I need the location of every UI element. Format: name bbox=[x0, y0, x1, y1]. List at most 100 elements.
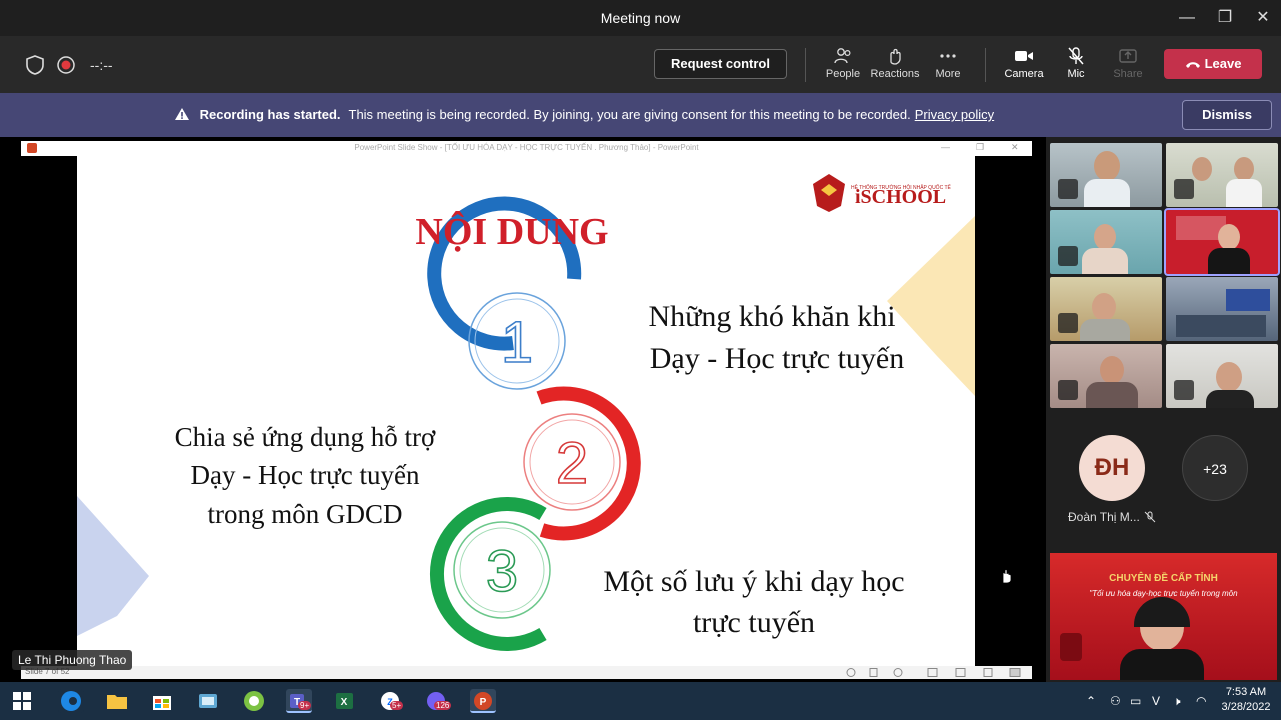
school-crest-icon bbox=[1060, 633, 1082, 661]
zalo-icon[interactable]: Z5+ bbox=[378, 689, 404, 713]
item-3-line-2: trực tuyến bbox=[693, 606, 815, 639]
presenter-name-tag: Le Thi Phuong Thao bbox=[12, 650, 133, 670]
item-2-line-1: Chia sẻ ứng dụng hỗ trợ bbox=[175, 422, 436, 452]
camera-button[interactable]: Camera bbox=[996, 46, 1052, 86]
mic-button[interactable]: Mic bbox=[1048, 46, 1104, 86]
warning-icon bbox=[175, 108, 189, 120]
svg-text:X: X bbox=[341, 697, 348, 708]
file-explorer-icon[interactable] bbox=[104, 689, 130, 713]
tile-banner-line-1: CHUYÊN ĐỀ CẤP TỈNH bbox=[1109, 573, 1218, 584]
privacy-policy-link[interactable]: Privacy policy bbox=[915, 107, 994, 122]
camera-icon bbox=[1015, 51, 1033, 61]
shield-icon[interactable] bbox=[24, 54, 46, 76]
people-label: People bbox=[825, 68, 861, 80]
banner-text: This meeting is being recorded. By joini… bbox=[348, 107, 911, 122]
store-icon[interactable] bbox=[149, 689, 175, 713]
camera-label: Camera bbox=[1004, 68, 1044, 80]
tray-user-icon[interactable]: ⚇ bbox=[1110, 694, 1121, 708]
more-label: More bbox=[935, 68, 961, 80]
participant-video-tile[interactable] bbox=[1050, 277, 1162, 341]
participant-video-tile-active[interactable] bbox=[1164, 208, 1280, 276]
item-3-number: 3 bbox=[486, 539, 518, 604]
volume-muted-icon[interactable]: 🕨 bbox=[1173, 694, 1181, 709]
participants-panel: ĐH Đoàn Thị M... +23 CHUYÊN ĐỀ CẤP TỈNH … bbox=[1046, 137, 1281, 682]
slide-graphics: HỆ THỐNG TRƯỜNG HỘI NHẬP QUỐC TẾ iSCHOOL… bbox=[77, 174, 975, 651]
viber-badge: 126 bbox=[434, 701, 452, 710]
share-icon bbox=[1119, 49, 1137, 63]
mic-label: Mic bbox=[1067, 68, 1085, 80]
toolbar-divider bbox=[805, 48, 806, 82]
share-label: Share bbox=[1113, 68, 1143, 80]
share-button[interactable]: Share bbox=[1100, 46, 1156, 86]
leave-button[interactable]: Leave bbox=[1164, 49, 1262, 79]
minimize-button[interactable]: — bbox=[1172, 6, 1202, 30]
tray-app-icon[interactable]: V bbox=[1152, 694, 1160, 708]
powerpoint-taskbar-icon[interactable]: P bbox=[470, 689, 496, 713]
reactions-button[interactable]: Reactions bbox=[867, 46, 923, 86]
powerpoint-window-title: PowerPoint Slide Show - [TỐI ƯU HÓA DẠY … bbox=[354, 143, 699, 152]
request-control-button[interactable]: Request control bbox=[654, 49, 787, 79]
ppt-close-icon: ✕ bbox=[1011, 142, 1019, 152]
coc-coc-icon[interactable] bbox=[241, 689, 267, 713]
mic-muted-icon bbox=[1144, 511, 1156, 523]
recording-banner: Recording has started. This meeting is be… bbox=[0, 93, 1281, 137]
wifi-icon[interactable]: ◠ bbox=[1196, 694, 1206, 708]
people-icon bbox=[834, 48, 851, 64]
more-icon bbox=[940, 54, 956, 58]
more-button[interactable]: More bbox=[920, 46, 976, 86]
dismiss-button[interactable]: Dismiss bbox=[1182, 100, 1272, 130]
people-button[interactable]: People bbox=[815, 46, 871, 86]
participant-video-tile[interactable] bbox=[1050, 210, 1162, 274]
powerpoint-titlebar: PowerPoint Slide Show - [TỐI ƯU HÓA DẠY … bbox=[21, 141, 1032, 156]
leave-label: Leave bbox=[1204, 56, 1242, 71]
clock-time: 7:53 AM bbox=[1225, 686, 1267, 698]
participant-video-tile[interactable] bbox=[1166, 277, 1278, 341]
svg-text:P: P bbox=[480, 697, 487, 708]
mic-muted-icon bbox=[1058, 380, 1078, 400]
participant-name: Đoàn Thị M... bbox=[1068, 510, 1140, 524]
item-1-line-2: Dạy - Học trực tuyến bbox=[650, 342, 905, 375]
viber-icon[interactable]: 126 bbox=[424, 689, 452, 713]
teams-badge: 9+ bbox=[298, 701, 312, 710]
overflow-participants-button[interactable]: +23 bbox=[1182, 435, 1248, 501]
mic-muted-icon bbox=[1174, 380, 1194, 400]
window-title: Meeting now bbox=[600, 10, 681, 26]
meeting-timer: --:-- bbox=[90, 57, 113, 73]
item-1-number: 1 bbox=[501, 310, 533, 375]
teams-icon[interactable]: T 9+ bbox=[286, 689, 312, 713]
shared-screen: PowerPoint Slide Show - [TỐI ƯU HÓA DẠY … bbox=[0, 137, 1046, 682]
maximize-button[interactable]: ❐ bbox=[1210, 6, 1240, 30]
item-2-number: 2 bbox=[556, 431, 588, 496]
mic-muted-icon bbox=[1058, 313, 1078, 333]
tray-chevron-icon[interactable]: ⌃ bbox=[1086, 694, 1096, 708]
decor-blue-shape bbox=[77, 496, 149, 636]
taskbar-clock[interactable]: 7:53 AM 3/28/2022 bbox=[1214, 685, 1278, 715]
participant-avatar[interactable]: ĐH bbox=[1079, 435, 1145, 501]
excel-icon[interactable]: X bbox=[332, 689, 358, 713]
mic-muted-icon bbox=[1058, 246, 1078, 266]
slide: HỆ THỐNG TRƯỜNG HỘI NHẬP QUỐC TẾ iSCHOOL… bbox=[77, 156, 975, 666]
battery-icon[interactable]: ▭ bbox=[1130, 694, 1141, 708]
slideshow-statusbar: Slide 7 of 52 bbox=[21, 666, 1032, 679]
slideshow-controls[interactable] bbox=[846, 667, 1026, 678]
app-icon[interactable] bbox=[195, 689, 221, 713]
participant-video-tile[interactable] bbox=[1166, 344, 1278, 408]
item-1-line-1: Những khó khăn khi bbox=[648, 300, 895, 333]
phone-hangup-icon bbox=[1185, 61, 1200, 68]
windows-start-icon[interactable] bbox=[13, 692, 31, 710]
participant-video-tile[interactable] bbox=[1166, 143, 1278, 207]
ischool-logo bbox=[813, 174, 845, 212]
edge-icon[interactable] bbox=[58, 689, 84, 713]
participant-video-tile[interactable] bbox=[1050, 143, 1162, 207]
close-button[interactable]: ✕ bbox=[1248, 6, 1278, 30]
slide-area: HỆ THỐNG TRƯỜNG HỘI NHẬP QUỐC TẾ iSCHOOL… bbox=[21, 156, 1032, 666]
shared-video-tile[interactable]: CHUYÊN ĐỀ CẤP TỈNH "Tối ưu hóa dạy-học t… bbox=[1050, 553, 1277, 680]
logo-name: iSCHOOL bbox=[855, 186, 946, 208]
mic-muted-icon bbox=[1174, 179, 1194, 199]
mic-muted-icon bbox=[1058, 179, 1078, 199]
meeting-toolbar: --:-- Request control People Reactions M… bbox=[0, 36, 1281, 93]
mic-off-icon bbox=[1068, 47, 1084, 65]
reactions-icon bbox=[890, 48, 901, 65]
participant-video-tile[interactable] bbox=[1050, 344, 1162, 408]
item-2-line-3: trong môn GDCD bbox=[208, 499, 403, 529]
